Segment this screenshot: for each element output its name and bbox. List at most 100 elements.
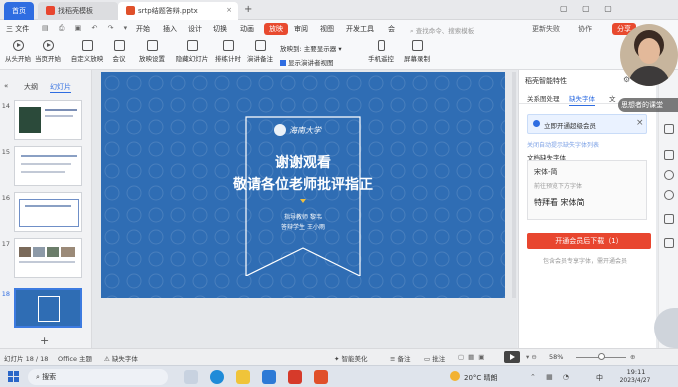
tab-template-store[interactable]: 找稻壳模板	[38, 2, 118, 20]
slide-thumbnail-14[interactable]	[14, 100, 82, 140]
pin-tool-icon[interactable]	[664, 170, 674, 180]
style-tool-icon[interactable]	[664, 124, 674, 134]
speaker-notes-button[interactable]: 演讲备注	[246, 40, 274, 68]
menu-item-review[interactable]: 审阅	[294, 24, 308, 34]
tab-diagram[interactable]: 关系图处理	[527, 93, 560, 103]
edge-browser-icon[interactable]	[210, 370, 224, 384]
presenter-view-checkbox[interactable]: 显示演讲者视图	[280, 57, 334, 67]
tab-slides[interactable]: 幻灯片	[50, 82, 71, 93]
smart-beautify-button[interactable]: ✦ 智能美化	[334, 353, 368, 363]
notes-toggle[interactable]: ≡ 备注	[390, 353, 411, 363]
ppt-file-icon	[126, 6, 135, 15]
tab-document[interactable]: srtp结题答辩.pptx ×	[118, 2, 238, 20]
menu-item-design[interactable]: 设计	[188, 24, 202, 34]
tab-missing-font[interactable]: 缺失字体	[569, 93, 595, 106]
thumb-image	[19, 107, 41, 133]
store-icon[interactable]	[262, 370, 276, 384]
phone-remote-button[interactable]: 手机遥控	[366, 40, 396, 68]
location-tool-icon[interactable]	[664, 190, 674, 200]
meeting-button[interactable]: 会议	[108, 40, 130, 68]
custom-show-button[interactable]: 自定义放映	[68, 40, 106, 68]
comments-label: 批注	[432, 355, 446, 363]
slide-number: 15	[1, 148, 10, 156]
avatar-face	[638, 38, 660, 64]
show-settings-button[interactable]: 放映设置	[136, 40, 168, 68]
zoom-preset-icon[interactable]: ▾ ⊖	[526, 353, 537, 361]
command-search-input[interactable]: ⌕ 查找命令、搜索模板	[410, 23, 518, 36]
timer-icon	[222, 40, 234, 51]
weather-text[interactable]: 20°C 晴朗	[464, 373, 498, 383]
taskbar-search[interactable]: ⌕ 搜索	[28, 369, 168, 385]
menu-item-slideshow[interactable]: 放映	[264, 23, 288, 35]
comments-toggle[interactable]: ▭ 批注	[424, 353, 445, 363]
play-from-current-button[interactable]: 当页开始	[34, 40, 62, 68]
wps-presentation-icon[interactable]	[314, 370, 328, 384]
zoom-slider-thumb[interactable]	[598, 353, 605, 360]
tab-home[interactable]: 首页	[4, 2, 34, 20]
windows-start-icon[interactable]	[8, 371, 19, 382]
missing-font-status[interactable]: ⚠ 缺失字体	[104, 353, 138, 363]
display-target-select[interactable]: 放映到: 主要显示器 ▾	[280, 43, 342, 53]
quick-access-icons[interactable]: ▤ ⎙ ▣ ↶ ↷ ▾	[42, 24, 131, 33]
menu-item-view[interactable]: 视图	[320, 24, 334, 34]
slide-title-thanks: 谢谢观看	[275, 155, 331, 171]
tray-icons[interactable]: ⌃ ▦ ◔	[530, 373, 573, 381]
hide-slide-icon	[186, 40, 198, 51]
close-icon[interactable]: ×	[636, 118, 644, 128]
clock-date[interactable]: 2023/4/27	[612, 377, 658, 384]
start-slideshow-button[interactable]	[504, 351, 520, 363]
ribbon-banner-frame	[245, 116, 361, 276]
ime-indicator[interactable]: 中	[596, 373, 603, 383]
menu-item-developer[interactable]: 开发工具	[346, 24, 374, 34]
auto-prompt-link[interactable]: 关闭自动提示缺失字体列表	[527, 140, 599, 149]
thumb-banner	[38, 296, 60, 322]
triangle-marker-icon	[300, 199, 306, 203]
chart-tool-icon[interactable]	[664, 214, 674, 224]
missing-font-card[interactable]: 宋体-简 前往预览下方字体 特拜看 宋体简	[527, 160, 647, 220]
ribbon-label: 自定义放映	[70, 55, 104, 63]
thumb-text-line	[21, 155, 77, 157]
phone-icon	[377, 40, 385, 51]
document-tab-bar: 首页 找稻壳模板 srtp结题答辩.pptx × + ▢ ▢ ▢	[0, 0, 678, 20]
wps-office-icon[interactable]	[288, 370, 302, 384]
download-font-button[interactable]: 开通会员后下载（1）	[527, 233, 651, 249]
menu-item-more[interactable]: 会	[388, 24, 395, 34]
zoom-level[interactable]: 58%	[549, 353, 563, 361]
collapse-panel-icon[interactable]: «	[4, 82, 8, 90]
file-menu[interactable]: 三 文件	[6, 24, 29, 34]
clock-time[interactable]: 19:11	[618, 368, 654, 376]
canvas-scrollbar[interactable]	[512, 72, 516, 298]
close-tab-icon[interactable]: ×	[226, 6, 232, 14]
rehearse-timing-button[interactable]: 排练计时	[212, 40, 244, 68]
view-mode-icons[interactable]: ▢▦▣	[458, 353, 488, 361]
update-status[interactable]: 更新失败	[532, 24, 560, 34]
play-from-start-button[interactable]: 从头开始	[4, 40, 32, 68]
zoom-in-icon[interactable]: ⊕	[630, 353, 635, 361]
slide-thumbnail-18[interactable]	[14, 288, 82, 328]
slide-thumbnail-16[interactable]	[14, 192, 82, 232]
font-name: 宋体-简	[534, 168, 558, 176]
task-view-icon[interactable]	[184, 370, 198, 384]
slide-thumbnail-17[interactable]	[14, 238, 82, 278]
screen-record-button[interactable]: 屏幕录制	[402, 40, 432, 68]
share-tool-icon[interactable]	[664, 238, 674, 248]
menu-item-start[interactable]: 开始	[136, 24, 150, 34]
custom-show-icon	[81, 40, 93, 51]
current-slide[interactable]: 海南大学 谢谢观看 敬请各位老师批评指正 指导教师 黎韦 答辩学生 王小雨	[101, 72, 505, 298]
format-tool-icon[interactable]	[664, 150, 674, 160]
menu-item-animation[interactable]: 动画	[240, 24, 254, 34]
tab-outline[interactable]: 大纲	[24, 82, 38, 92]
ribbon-label: 演讲备注	[247, 55, 273, 63]
vip-banner[interactable]: 立即开通超级会员 ×	[527, 114, 647, 134]
add-slide-button[interactable]: +	[40, 334, 49, 347]
hide-slide-button[interactable]: 隐藏幻灯片	[172, 40, 212, 68]
new-tab-button[interactable]: +	[244, 4, 252, 15]
collaborate-button[interactable]: 协作	[578, 24, 592, 34]
file-explorer-icon[interactable]	[236, 370, 250, 384]
menu-item-insert[interactable]: 插入	[163, 24, 177, 34]
thumb-photo	[19, 247, 31, 257]
tab-more[interactable]: 文	[609, 93, 616, 103]
window-controls: ▢ ▢ ▢	[560, 4, 618, 13]
slide-thumbnail-15[interactable]	[14, 146, 82, 186]
menu-item-transition[interactable]: 切换	[213, 24, 227, 34]
